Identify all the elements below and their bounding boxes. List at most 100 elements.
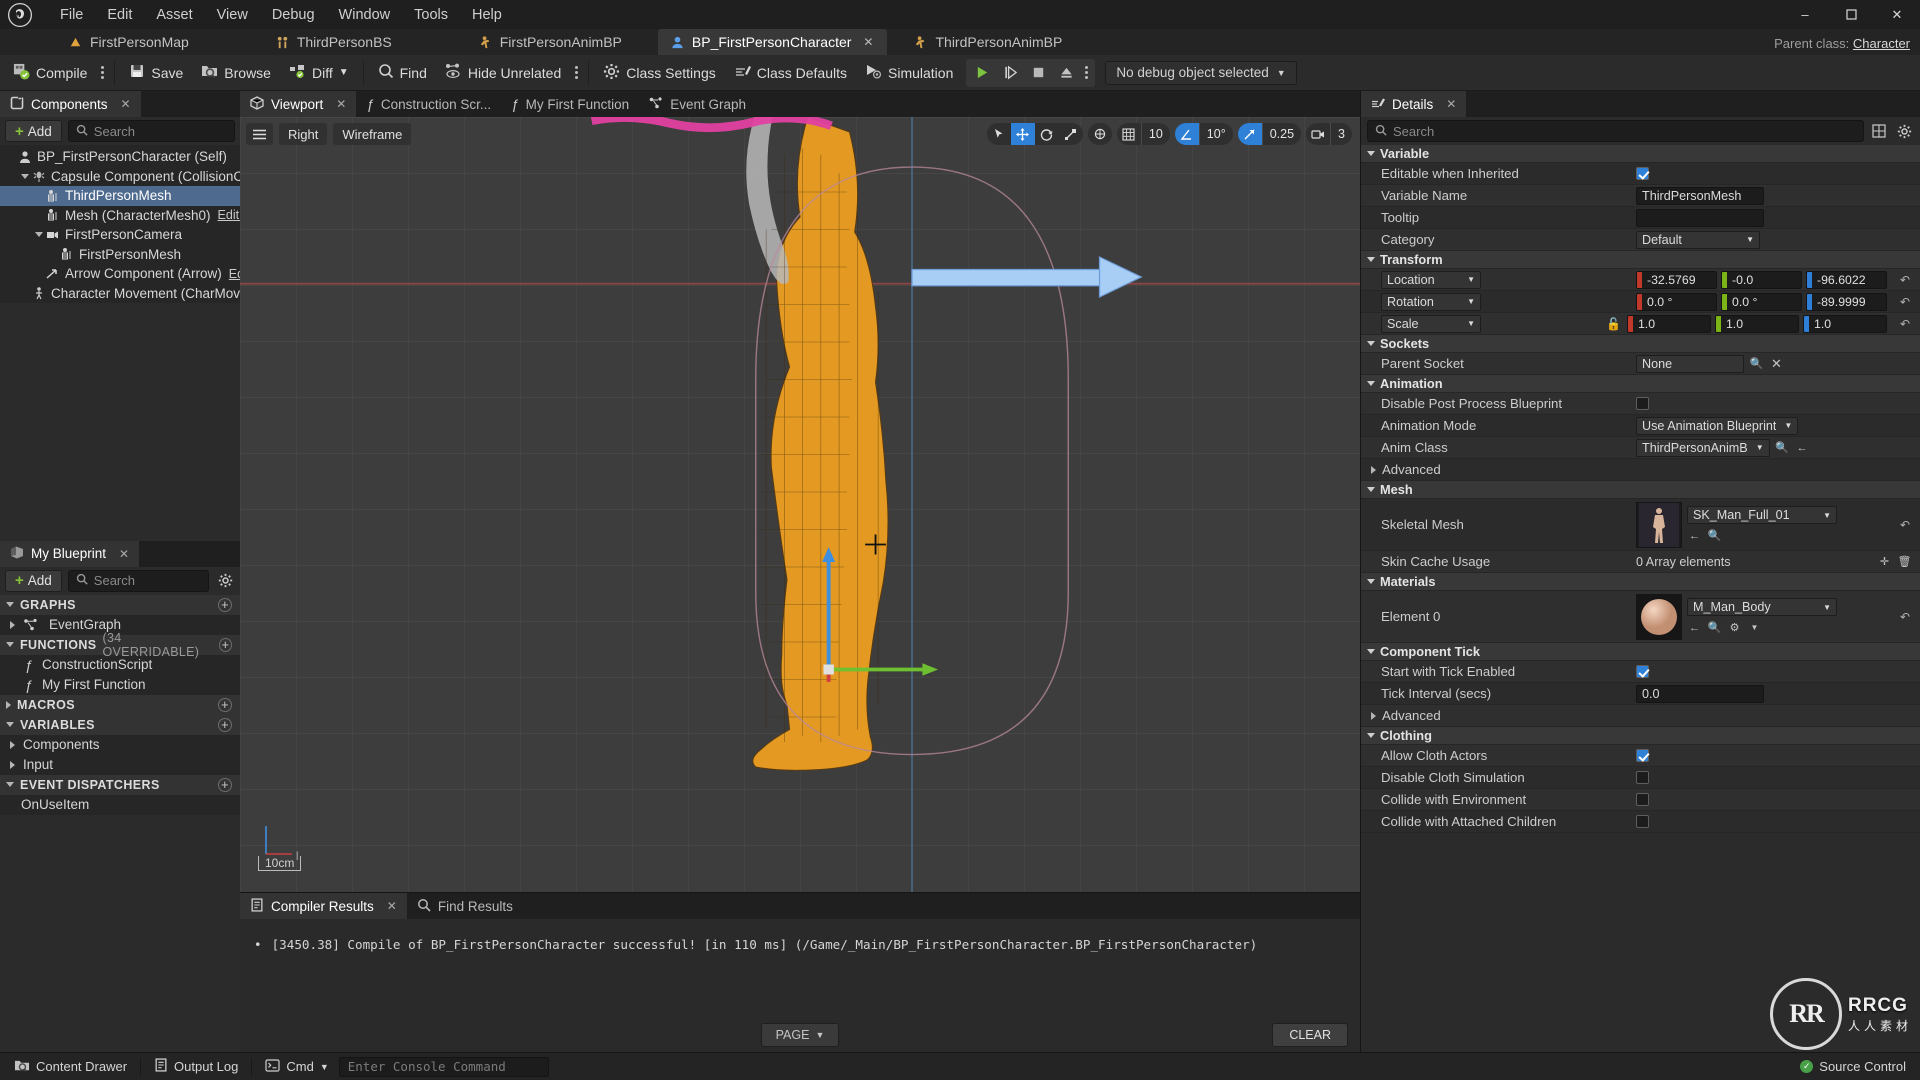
translate-tool-icon[interactable] — [1010, 123, 1035, 145]
details-category-header[interactable]: Component Tick — [1361, 643, 1920, 661]
asset-tab-thirdpersonanimbp[interactable]: ThirdPersonAnimBP — [901, 29, 1076, 55]
use-selected-asset-icon[interactable]: ← — [1687, 620, 1702, 635]
gear-icon[interactable] — [1894, 121, 1914, 141]
blueprint-section-header[interactable]: GRAPHS + — [0, 594, 240, 615]
menu-debug[interactable]: Debug — [260, 3, 327, 27]
blueprint-list-item[interactable]: ƒ ConstructionScript — [0, 655, 240, 675]
section-twisty[interactable] — [6, 782, 14, 787]
eject-button[interactable] — [1052, 60, 1080, 86]
page-button[interactable]: PAGE ▼ — [760, 1023, 840, 1047]
asset-picker[interactable]: SK_Man_Full_01 ▼ — [1687, 506, 1837, 524]
blueprint-section-header[interactable]: FUNCTIONS (34 OVERRIDABLE) + — [0, 631, 240, 659]
menu-file[interactable]: File — [48, 3, 95, 27]
details-category-header[interactable]: Variable — [1361, 145, 1920, 163]
close-icon[interactable]: ✕ — [336, 97, 346, 111]
components-search-input[interactable]: Search — [67, 120, 235, 142]
vector-field[interactable]: -96.6022 — [1806, 270, 1887, 289]
delete-array-icon[interactable]: 🗑 — [1897, 554, 1912, 569]
vector-field[interactable]: -89.9999 — [1806, 292, 1887, 311]
category-twisty[interactable] — [1367, 341, 1375, 346]
gear-icon[interactable] — [215, 571, 235, 591]
blueprint-section-header[interactable]: VARIABLES + — [0, 714, 240, 735]
chevron-down-icon[interactable]: ▼ — [1747, 620, 1762, 635]
grid-snap-value[interactable]: 10 — [1140, 123, 1170, 145]
add-section-item-icon[interactable]: + — [218, 717, 232, 732]
add-section-item-icon[interactable]: + — [218, 697, 232, 712]
camera-speed-value[interactable]: 3 — [1330, 123, 1352, 145]
hide-unrelated-options-icon[interactable] — [570, 58, 583, 88]
blueprint-list-item[interactable]: OnUseItem — [0, 795, 240, 815]
browse-asset-icon[interactable]: 🔍 — [1707, 528, 1722, 543]
console-command-input[interactable]: Enter Console Command — [338, 1056, 549, 1077]
property-text-input[interactable] — [1636, 208, 1764, 227]
asset-tab-bp-firstpersoncharacter[interactable]: BP_FirstPersonCharacter ✕ — [657, 29, 888, 55]
category-twisty[interactable] — [1367, 487, 1375, 492]
blueprint-section-header[interactable]: EVENT DISPATCHERS + — [0, 774, 240, 795]
menu-asset[interactable]: Asset — [144, 3, 204, 27]
property-checkbox[interactable] — [1636, 665, 1649, 678]
save-button[interactable]: Save — [120, 58, 192, 88]
scale-tool-icon[interactable] — [1059, 123, 1083, 145]
category-twisty[interactable] — [1367, 649, 1375, 654]
clear-socket-icon[interactable]: ✕ — [1769, 356, 1784, 371]
tab-details[interactable]: Details ✕ — [1361, 91, 1467, 117]
details-category-header[interactable]: Clothing — [1361, 727, 1920, 745]
tab-my-blueprint[interactable]: My Blueprint ✕ — [0, 540, 140, 567]
tab-event-graph[interactable]: Event Graph — [639, 91, 756, 117]
browse-socket-icon[interactable]: 🔍 — [1749, 356, 1764, 371]
property-checkbox[interactable] — [1636, 749, 1649, 762]
tab-construction-script[interactable]: ƒ Construction Scr... — [356, 91, 501, 117]
category-twisty[interactable] — [1367, 733, 1375, 738]
add-section-item-icon[interactable]: + — [218, 597, 232, 612]
component-tree-item[interactable]: Capsule Component (CollisionCylinder) — [0, 167, 287, 187]
browse-button[interactable]: Browse — [192, 58, 280, 88]
menu-help[interactable]: Help — [460, 3, 514, 27]
reset-to-default-icon[interactable]: ↶ — [1898, 317, 1912, 331]
scale-snap-icon[interactable] — [1237, 123, 1262, 145]
property-text-input[interactable]: 0.0 — [1636, 684, 1764, 703]
reset-to-default-icon[interactable]: ↶ — [1898, 518, 1912, 532]
tab-components[interactable]: Components ✕ — [0, 91, 141, 117]
add-component-button[interactable]: + Add — [5, 120, 62, 142]
cmd-button[interactable]: Cmd ▼ — [255, 1055, 338, 1079]
component-tree-item[interactable]: Character Movement (CharMoveComp) — [0, 284, 288, 304]
add-section-item-icon[interactable]: + — [218, 637, 232, 652]
maximize-button[interactable] — [1828, 0, 1874, 29]
asset-tab-firstpersonmap[interactable]: FirstPersonMap — [56, 29, 203, 55]
scale-snap-value[interactable]: 0.25 — [1261, 123, 1301, 145]
socket-picker[interactable]: None — [1636, 354, 1744, 373]
class-settings-button[interactable]: Class Settings — [594, 58, 724, 88]
step-button[interactable] — [996, 60, 1024, 86]
category-twisty[interactable] — [1367, 257, 1375, 262]
scale-lock-icon[interactable]: 🔓 — [1606, 317, 1621, 331]
play-button[interactable] — [968, 60, 996, 86]
add-blueprint-item-button[interactable]: + Add — [5, 569, 62, 592]
source-control-status[interactable]: ✓ Source Control — [1800, 1059, 1916, 1074]
details-category-header[interactable]: Sockets — [1361, 335, 1920, 353]
reset-to-default-icon[interactable]: ↶ — [1898, 610, 1912, 624]
add-section-item-icon[interactable]: + — [218, 777, 232, 792]
component-tree-item[interactable]: Arrow Component (Arrow)Edit in C++ — [0, 264, 291, 284]
component-tree-item[interactable]: BP_FirstPersonCharacter (Self) — [0, 147, 240, 167]
compile-options-icon[interactable] — [96, 58, 109, 88]
viewport-shading-mode-button[interactable]: Wireframe — [333, 123, 412, 145]
reset-to-default-icon[interactable]: ↶ — [1898, 273, 1912, 287]
asset-picker[interactable]: ThirdPersonAnimB ▼ — [1636, 438, 1770, 457]
details-property-list[interactable]: Variable Editable when Inherited Variable … — [1361, 145, 1920, 1052]
vector-field[interactable]: 0.0 ° — [1721, 292, 1802, 311]
section-twisty[interactable] — [6, 602, 14, 607]
parent-class-value[interactable]: Character — [1853, 36, 1910, 51]
close-icon[interactable]: ✕ — [119, 547, 129, 561]
mannequin-thumb[interactable] — [1636, 501, 1682, 548]
details-category-header[interactable]: Materials — [1361, 573, 1920, 591]
tab-compiler-results[interactable]: Compiler Results ✕ — [240, 893, 407, 919]
property-checkbox[interactable] — [1636, 793, 1649, 806]
property-dropdown[interactable]: Default ▼ — [1636, 230, 1760, 249]
menu-edit[interactable]: Edit — [95, 3, 144, 27]
vector-field[interactable]: 0.0 ° — [1636, 292, 1717, 311]
myblueprint-search-input[interactable]: Search — [67, 569, 209, 592]
close-icon[interactable]: ✕ — [1446, 97, 1456, 111]
grid-snap-icon[interactable] — [1117, 123, 1141, 145]
blueprint-list-item[interactable]: ƒ My First Function — [0, 675, 240, 695]
transform-mode-dropdown[interactable]: Scale ▼ — [1381, 314, 1481, 333]
